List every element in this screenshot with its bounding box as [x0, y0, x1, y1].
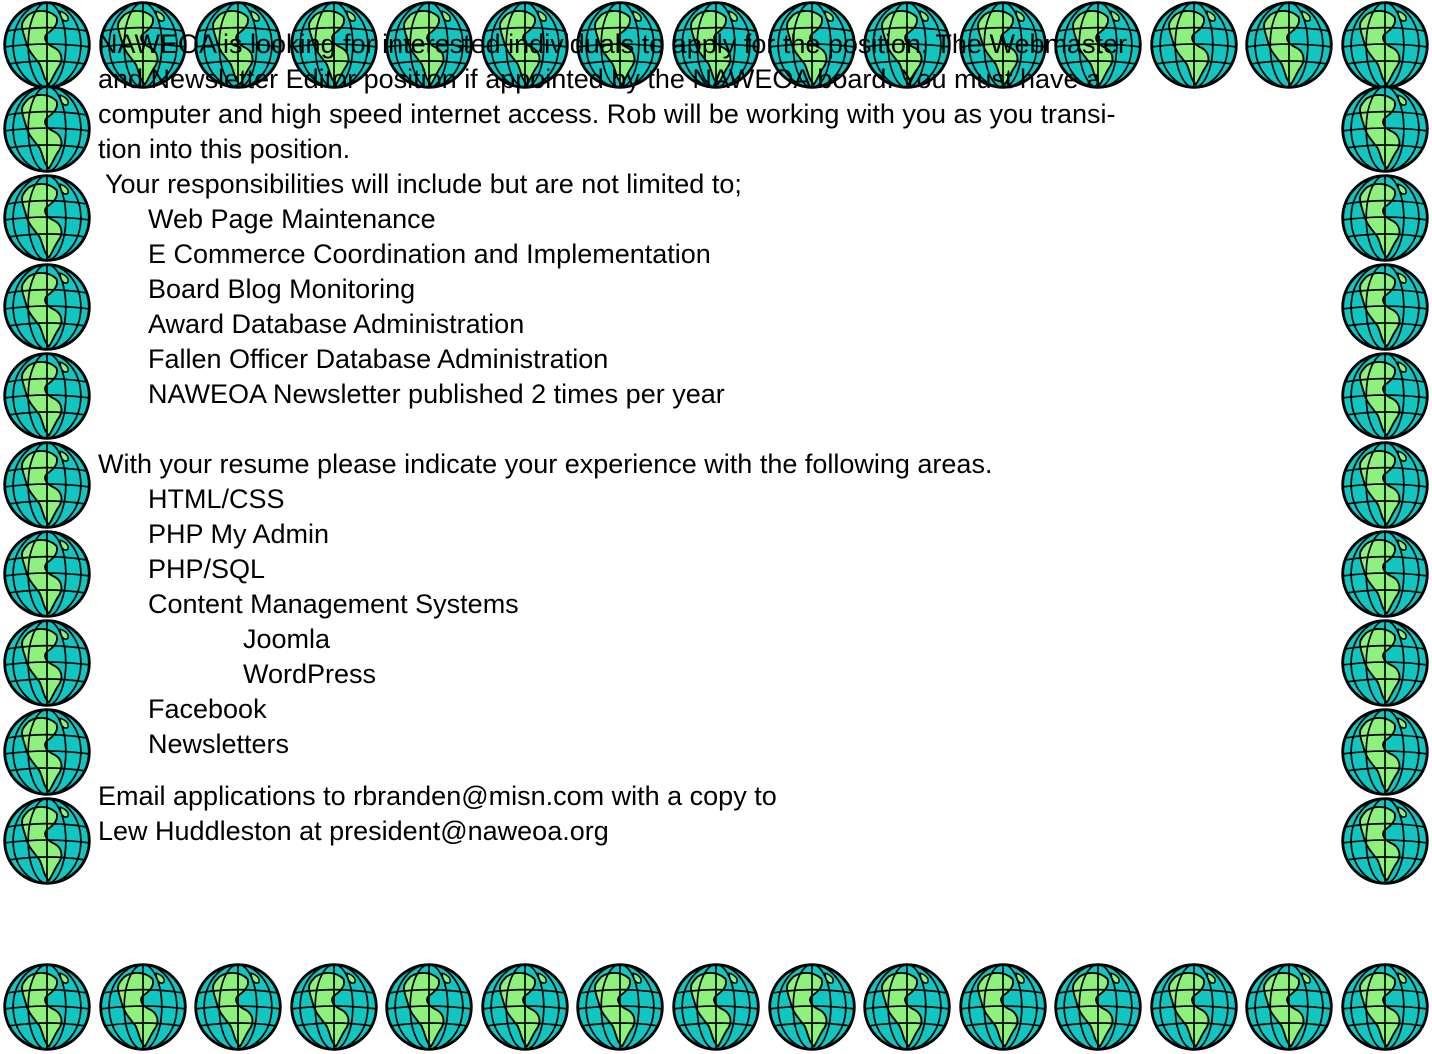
- list-item: Facebook: [148, 694, 267, 724]
- intro-line-4: tion into this position.: [98, 134, 351, 164]
- intro-line-1: NAWEOA is looking for interested individ…: [98, 29, 1128, 59]
- list-item: NAWEOA Newsletter published 2 times per …: [148, 379, 725, 409]
- list-item: Award Database Administration: [148, 309, 525, 339]
- list-item: PHP My Admin: [148, 519, 330, 549]
- experience-heading: With your resume please indicate your ex…: [98, 449, 993, 479]
- list-item: Content Management Systems: [148, 589, 519, 619]
- list-item: E Commerce Coordination and Implementati…: [148, 239, 711, 269]
- list-item: PHP/SQL: [148, 554, 266, 584]
- job-posting: NAWEOA is looking for interested individ…: [0, 0, 1432, 1052]
- list-item: HTML/CSS: [148, 484, 285, 514]
- list-item: WordPress: [243, 659, 377, 689]
- intro-line-2: and Newsletter Editor position if appoin…: [98, 64, 1102, 94]
- list-item: Newsletters: [148, 729, 290, 759]
- list-item: Fallen Officer Database Administration: [148, 344, 609, 374]
- intro-line-3: computer and high speed internet access.…: [98, 99, 1116, 129]
- responsibilities-heading: Your responsibilities will include but a…: [98, 169, 742, 199]
- contact-line-2: Lew Huddleston at president@naweoa.org: [98, 816, 609, 846]
- list-item: Joomla: [243, 624, 331, 654]
- list-item: Web Page Maintenance: [148, 204, 436, 234]
- contact-line-1: Email applications to rbranden@misn.com …: [98, 781, 777, 811]
- list-item: Board Blog Monitoring: [148, 274, 416, 304]
